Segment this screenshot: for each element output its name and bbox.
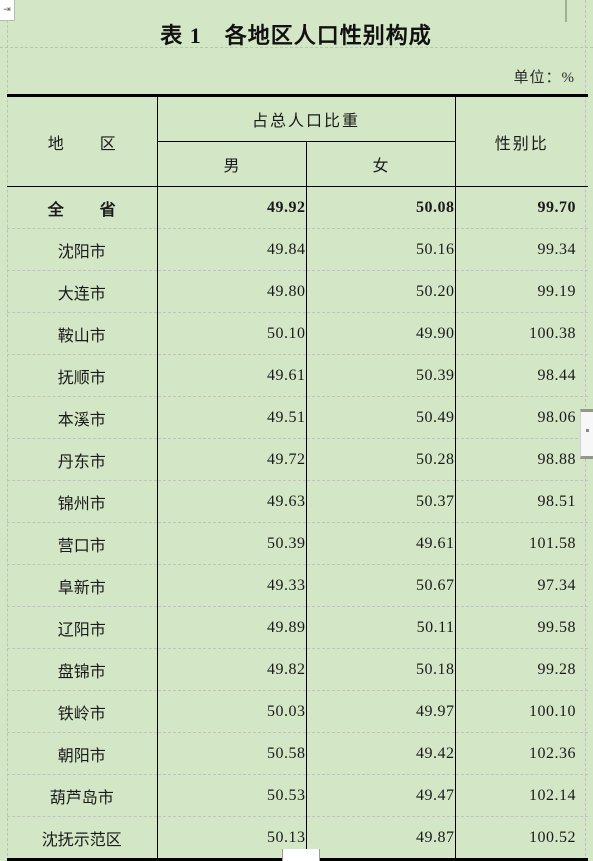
cell-region: 大连市: [7, 270, 158, 313]
cell-sex-ratio: 102.14: [455, 774, 589, 817]
table-row: 沈阳市 49.84 50.16 99.34: [7, 228, 589, 271]
cell-female-share: 49.47: [306, 774, 456, 817]
table-row: 辽阳市 49.89 50.11 99.58: [7, 606, 589, 649]
table-row: 盘锦市 49.82 50.18 99.28: [7, 648, 589, 691]
column-header-sex-ratio: 性别比: [494, 135, 549, 153]
cell-sex-ratio: 100.52: [529, 828, 577, 846]
document-page: ⇥ 表 1 各地区人口性别构成 单位：% 地 区 占总人口比重 性别比 男 女: [0, 0, 593, 861]
cell-sex-ratio: 99.19: [455, 270, 589, 313]
table-row: 阜新市 49.33 50.67 97.34: [7, 564, 589, 607]
column-header-female: 女: [306, 141, 456, 187]
table-row: 营口市 50.39 49.61 101.58: [7, 522, 589, 565]
cell-region: 朝阳市: [7, 732, 158, 775]
cell-male-share: 49.72: [157, 438, 307, 481]
cell-region: 沈抚示范区: [7, 816, 158, 858]
cell-sex-ratio: 102.36: [455, 732, 589, 775]
cell-female-share: 49.42: [306, 732, 456, 775]
cell-region: 铁岭市: [7, 690, 158, 733]
table-row: 铁岭市 50.03 49.97 100.10: [7, 690, 589, 733]
population-sex-composition-table: 地 区 占总人口比重 性别比 男 女 全 省 49.92 50.08 99.70 沈阳市…: [7, 94, 589, 861]
cell-male-share: 49.33: [157, 564, 307, 607]
cell-female-share: 50.28: [306, 438, 456, 481]
table-row: 葫芦岛市 50.53 49.47 102.14: [7, 774, 589, 817]
cell-region: 抚顺市: [7, 354, 158, 397]
cell-female-share: 50.49: [306, 396, 456, 439]
table-head: 地 区 占总人口比重 性别比 男 女: [7, 97, 589, 187]
cell-region: 沈阳市: [7, 228, 158, 271]
cell-female-share: 49.61: [306, 522, 456, 565]
cell-sex-ratio: 99.58: [455, 606, 589, 649]
table-row: 朝阳市 50.58 49.42 102.36: [7, 732, 589, 775]
cell-sex-ratio: 98.06: [455, 396, 589, 439]
unit-note: 单位：%: [513, 70, 575, 86]
column-header-male: 男: [157, 141, 307, 187]
cell-female-share: 50.08: [306, 187, 456, 229]
cell-region: 葫芦岛市: [7, 774, 158, 817]
cell-sex-ratio: 98.51: [455, 480, 589, 523]
cell-male-share: 49.51: [157, 396, 307, 439]
cell-female-share: 49.97: [306, 690, 456, 733]
table-row: 大连市 49.80 50.20 99.19: [7, 270, 589, 313]
cell-female-share: 50.67: [306, 564, 456, 607]
cell-region: 辽阳市: [7, 606, 158, 649]
cell-male-share: 50.58: [157, 732, 307, 775]
cell-male-share: 50.39: [157, 522, 307, 565]
cell-sex-ratio: 100.38: [455, 312, 589, 355]
cell-sex-ratio: 99.34: [455, 228, 589, 271]
table-row: 锦州市 49.63 50.37 98.51: [7, 480, 589, 523]
vertical-scrollbar-thumb[interactable]: [580, 409, 593, 459]
cell-region: 阜新市: [7, 564, 158, 607]
cell-male-share: 50.53: [157, 774, 307, 817]
cell-male-share: 49.82: [157, 648, 307, 691]
horizontal-scrollbar-thumb[interactable]: [282, 849, 320, 861]
cell-male-share: 49.61: [157, 354, 307, 397]
data-table: 地 区 占总人口比重 性别比 男 女 全 省 49.92 50.08 99.70 沈阳市…: [7, 97, 589, 858]
cell-male-share: 49.92: [157, 187, 307, 229]
cell-region: 本溪市: [7, 396, 158, 439]
cell-male-share: 49.63: [157, 480, 307, 523]
cell-sex-ratio: 99.28: [455, 648, 589, 691]
cell-female-share: 50.37: [306, 480, 456, 523]
cell-male-share: 50.10: [157, 312, 307, 355]
cell-female-share: 50.16: [306, 228, 456, 271]
table-body: 全 省 49.92 50.08 99.70 沈阳市 49.84 50.16 99.34 大连市 4…: [7, 187, 589, 858]
cell-sex-ratio: 101.58: [455, 522, 589, 565]
cell-male-share: 49.84: [157, 228, 307, 271]
cell-region: 营口市: [7, 522, 158, 565]
column-header-share-group: 占总人口比重: [157, 97, 456, 142]
cell-sex-ratio: 100.10: [455, 690, 589, 733]
table-row: 本溪市 49.51 50.49 98.06: [7, 396, 589, 439]
cell-female-share: 49.87: [306, 816, 456, 858]
table-row: 抚顺市 49.61 50.39 98.44: [7, 354, 589, 397]
cell-region: 丹东市: [7, 438, 158, 481]
cell-sex-ratio: 97.34: [455, 564, 589, 607]
cell-female-share: 50.39: [306, 354, 456, 397]
table-row: 丹东市 49.72 50.28 98.88: [7, 438, 589, 481]
cell-female-share: 50.18: [306, 648, 456, 691]
cell-region: 锦州市: [7, 480, 158, 523]
cell-region: 全 省: [7, 187, 158, 229]
header-row-primary: 地 区 占总人口比重 性别比: [7, 97, 588, 187]
page-title: 表 1 各地区人口性别构成: [160, 23, 432, 48]
cell-male-share: 49.80: [157, 270, 307, 313]
cell-sex-ratio: 98.44: [455, 354, 589, 397]
cell-male-share: 50.03: [157, 690, 307, 733]
cell-female-share: 50.20: [306, 270, 456, 313]
column-header-region: 地 区: [7, 97, 158, 187]
table-row: 鞍山市 50.10 49.90 100.38: [7, 312, 589, 355]
cell-female-share: 50.11: [306, 606, 456, 649]
cell-region: 鞍山市: [7, 312, 158, 355]
cell-region: 盘锦市: [7, 648, 158, 691]
table-row: 全 省 49.92 50.08 99.70: [7, 187, 589, 229]
cell-male-share: 49.89: [157, 606, 307, 649]
cell-sex-ratio: 98.88: [455, 438, 589, 481]
cell-sex-ratio: 99.70: [455, 187, 589, 229]
cell-female-share: 49.90: [306, 312, 456, 355]
